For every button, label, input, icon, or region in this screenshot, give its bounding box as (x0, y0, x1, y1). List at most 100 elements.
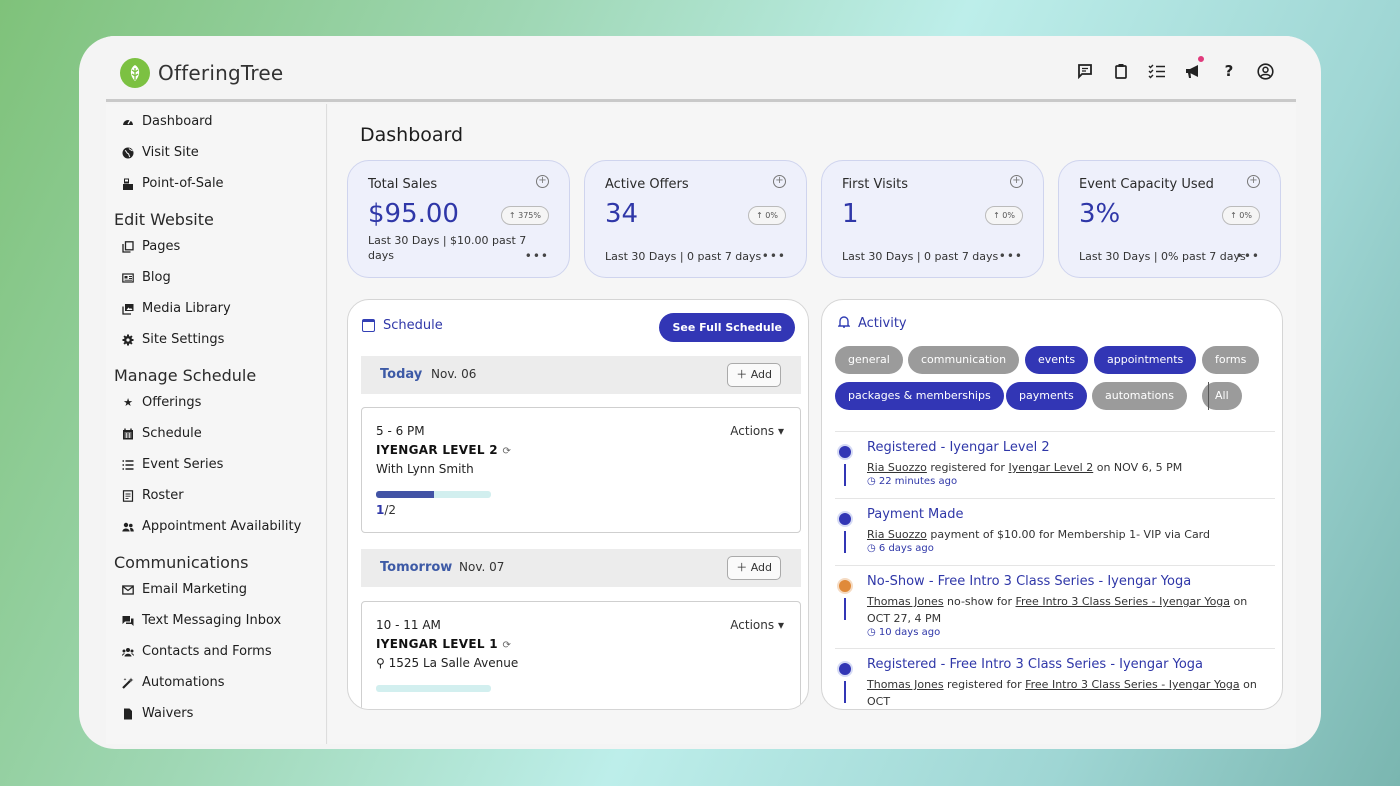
capacity-progress-fill (376, 491, 434, 498)
more-options-icon[interactable]: ••• (762, 249, 786, 263)
actions-label: Actions (730, 424, 775, 438)
day-date: Nov. 06 (431, 367, 477, 381)
timeline-line (844, 531, 846, 553)
person-link[interactable]: Thomas Jones (867, 595, 944, 608)
sidebar-item-point-of-sale[interactable]: Point-of-Sale (122, 176, 224, 191)
offering-link[interactable]: Iyengar Level 2 (1008, 461, 1093, 474)
brand-name[interactable]: OfferingTree (158, 61, 283, 85)
actions-label: Actions (730, 618, 775, 632)
more-options-icon[interactable]: ••• (525, 249, 549, 263)
plus-circle-icon[interactable]: + (773, 175, 786, 188)
sidebar-item-text-messaging-inbox[interactable]: Text Messaging Inbox (122, 613, 281, 628)
activity-text: no-show for (943, 595, 1016, 608)
timestamp-text: 22 minutes ago (878, 476, 958, 487)
see-full-schedule-button[interactable]: See Full Schedule (659, 313, 795, 342)
capacity-progress-bar (376, 685, 491, 692)
activity-title-link[interactable]: Registered - Free Intro 3 Class Series -… (867, 657, 1203, 672)
more-options-icon[interactable]: ••• (1236, 249, 1260, 263)
activity-title: Activity (858, 316, 907, 331)
sidebar-item-contacts-and-forms[interactable]: Contacts and Forms (122, 644, 272, 659)
activity-title-link[interactable]: Payment Made (867, 507, 963, 522)
sidebar-item-automations[interactable]: Automations (122, 675, 225, 690)
megaphone-icon[interactable] (1184, 54, 1206, 80)
sidebar-item-pages[interactable]: Pages (122, 239, 180, 254)
activity-timestamp: ◷ 22 minutes ago (867, 476, 957, 487)
sidebar-item-roster[interactable]: Roster (122, 488, 184, 503)
timestamp-text: 10 days ago (878, 627, 941, 638)
sidebar-item-media-library[interactable]: Media Library (122, 301, 231, 316)
clock-icon: ◷ (867, 543, 879, 554)
sidebar-item-label: Pages (142, 239, 181, 254)
sidebar-item-label: Site Settings (142, 332, 225, 347)
caret-down-icon: ▾ (777, 424, 784, 438)
sidebar-item-label: Event Series (142, 457, 224, 472)
activity-item[interactable]: Registered - Free Intro 3 Class Series -… (835, 648, 1275, 708)
checklist-icon[interactable] (1148, 62, 1166, 80)
sidebar-item-appointment-availability[interactable]: Appointment Availability (122, 519, 301, 534)
add-class-button[interactable]: ＋ Add (727, 556, 781, 580)
recurring-icon: ⟳ (502, 446, 512, 457)
star-icon: ★ (123, 396, 133, 409)
sidebar-item-waivers[interactable]: Waivers (122, 706, 193, 721)
activity-text: payment of $10.00 for Membership 1- VIP … (926, 528, 1210, 541)
main-content: Dashboard Total Sales + $95.00 ↑ 375% La… (328, 104, 1296, 744)
filter-tag-packages-memberships[interactable]: packages & memberships (835, 382, 1004, 410)
sidebar-item-offerings[interactable]: ★ Offerings (122, 395, 201, 410)
help-icon[interactable]: ? (1220, 62, 1238, 80)
person-link[interactable]: Ria Suozzo (867, 528, 927, 541)
activity-title-link[interactable]: No-Show - Free Intro 3 Class Series - Iy… (867, 574, 1191, 589)
class-card[interactable]: 10 - 11 AM Actions ▾ IYENGAR LEVEL 1 ⟳ ⚲… (361, 601, 801, 709)
activity-item[interactable]: Payment Made Ria Suozzo payment of $10.00… (835, 498, 1275, 565)
stat-value: $95.00 (368, 199, 459, 229)
stat-card-total-sales[interactable]: Total Sales + $95.00 ↑ 375% Last 30 Days… (347, 160, 570, 278)
stat-card-active-offers[interactable]: Active Offers + 34 ↑ 0% Last 30 Days | 0… (584, 160, 807, 278)
person-link[interactable]: Thomas Jones (867, 678, 944, 691)
offering-link[interactable]: Free Intro 3 Class Series - Iyengar Yoga (1015, 595, 1230, 608)
plus-circle-icon[interactable]: + (1010, 175, 1023, 188)
class-card[interactable]: 5 - 6 PM Actions ▾ IYENGAR LEVEL 2 ⟳ Wit… (361, 407, 801, 533)
sidebar-item-label: Blog (142, 270, 171, 285)
header-actions: ? (1076, 54, 1274, 80)
schedule-card: Schedule See Full Schedule Today Nov. 06… (347, 299, 809, 710)
sidebar-item-label: Point-of-Sale (142, 176, 224, 191)
sidebar-item-blog[interactable]: Blog (122, 270, 171, 285)
filter-tag-payments[interactable]: payments (1006, 382, 1087, 410)
app-window: OfferingTree ? Dashboard Visit Site Poin… (79, 36, 1321, 749)
filter-tag-forms[interactable]: forms (1202, 346, 1260, 374)
filter-tag-communication[interactable]: communication (908, 346, 1020, 374)
actions-dropdown[interactable]: Actions ▾ (730, 424, 784, 438)
filter-tag-automations[interactable]: automations (1092, 382, 1188, 410)
chat-icon[interactable] (1076, 62, 1094, 80)
stat-card-first-visits[interactable]: First Visits + 1 ↑ 0% Last 30 Days | 0 p… (821, 160, 1044, 278)
sidebar-item-schedule[interactable]: Schedule (122, 426, 202, 441)
activity-item[interactable]: Registered - Iyengar Level 2 Ria Suozzo r… (835, 431, 1275, 498)
sidebar-item-email-marketing[interactable]: Email Marketing (122, 582, 247, 597)
stat-change-badge: ↑ 375% (500, 206, 549, 225)
sidebar-item-event-series[interactable]: Event Series (122, 457, 223, 472)
account-icon[interactable] (1256, 62, 1274, 80)
clipboard-icon[interactable] (1112, 62, 1130, 80)
filter-tag-events[interactable]: events (1025, 346, 1089, 374)
filter-tag-general[interactable]: general (835, 346, 903, 374)
class-time: 5 - 6 PM (376, 424, 425, 438)
sidebar-item-label: Roster (142, 488, 184, 503)
activity-title-link[interactable]: Registered - Iyengar Level 2 (867, 440, 1050, 455)
capacity-total: /2 (384, 503, 397, 517)
bell-icon (837, 315, 851, 332)
filter-tag-appointments[interactable]: appointments (1094, 346, 1197, 374)
more-options-icon[interactable]: ••• (999, 249, 1023, 263)
sidebar-item-site-settings[interactable]: Site Settings (122, 332, 224, 347)
add-class-button[interactable]: ＋ Add (727, 363, 781, 387)
stat-card-event-capacity[interactable]: Event Capacity Used + 3% ↑ 0% Last 30 Da… (1058, 160, 1281, 278)
stat-label: Total Sales (368, 177, 438, 192)
person-link[interactable]: Ria Suozzo (867, 461, 927, 474)
actions-dropdown[interactable]: Actions ▾ (730, 618, 784, 632)
plus-circle-icon[interactable]: + (1247, 175, 1260, 188)
offering-link[interactable]: Free Intro 3 Class Series - Iyengar Yoga (1025, 678, 1240, 691)
plus-circle-icon[interactable]: + (536, 175, 549, 188)
sidebar-item-dashboard[interactable]: Dashboard (122, 114, 213, 129)
sidebar-item-visit-site[interactable]: Visit Site (122, 145, 199, 160)
offeringtree-logo[interactable] (120, 58, 150, 88)
activity-item[interactable]: No-Show - Free Intro 3 Class Series - Iy… (835, 565, 1275, 648)
list-icon (122, 459, 134, 471)
